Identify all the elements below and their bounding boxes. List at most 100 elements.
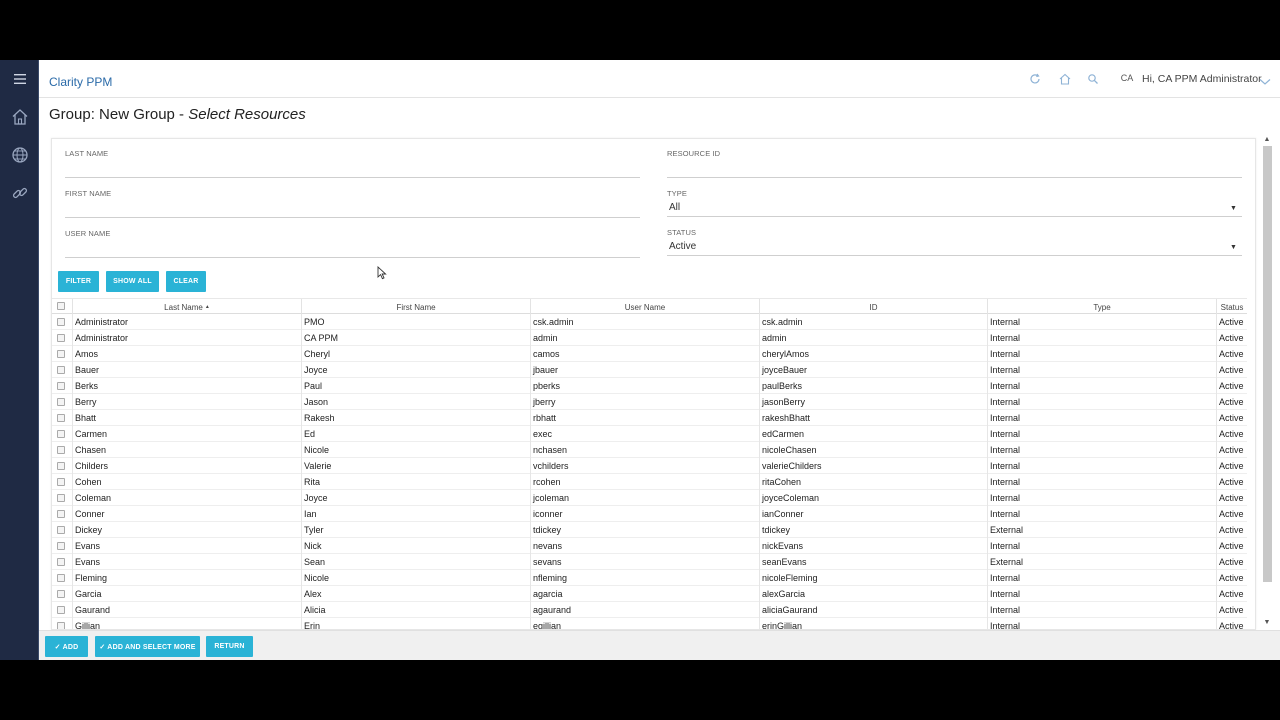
row-checkbox[interactable]	[57, 430, 65, 438]
first-name-label: FIRST NAME	[65, 189, 112, 198]
column-header-user-name[interactable]: User Name	[530, 299, 759, 315]
cell-type: Internal	[987, 538, 1216, 554]
cell-user-name: sevans	[530, 554, 759, 570]
row-checkbox[interactable]	[57, 446, 65, 454]
refresh-button[interactable]	[1027, 71, 1043, 87]
app-window: Clarity PPM CA Hi, CA PPM Administrator	[0, 60, 1280, 660]
row-checkbox[interactable]	[57, 350, 65, 358]
table-row[interactable]: Conner Ian iconner ianConner Internal Active	[52, 506, 1247, 522]
cell-status: Active	[1216, 378, 1247, 394]
table-row[interactable]: Administrator CA PPM admin admin Internal Act…	[52, 330, 1247, 346]
cell-status: Active	[1216, 586, 1247, 602]
row-checkbox[interactable]	[57, 542, 65, 550]
cell-first-name: Ian	[301, 506, 530, 522]
type-select[interactable]: All	[669, 202, 680, 213]
user-menu-toggle[interactable]	[1259, 73, 1271, 91]
table-row[interactable]: Coleman Joyce jcoleman joyceColeman Internal…	[52, 490, 1247, 506]
type-select-arrow-icon[interactable]: ▼	[1230, 205, 1237, 212]
table-row[interactable]: Bhatt Rakesh rbhatt rakeshBhatt Internal Acti…	[52, 410, 1247, 426]
table-row[interactable]: Evans Nick nevans nickEvans Internal Active	[52, 538, 1247, 554]
table-row[interactable]: Carmen Ed exec edCarmen Internal Active	[52, 426, 1247, 442]
row-checkbox[interactable]	[57, 398, 65, 406]
cell-id: cherylAmos	[759, 346, 987, 362]
table-row[interactable]: Childers Valerie vchilders valerieChilders I…	[52, 458, 1247, 474]
show-all-button[interactable]: SHOW ALL	[106, 271, 159, 292]
table-row[interactable]: Cohen Rita rcohen ritaCohen Internal Active	[52, 474, 1247, 490]
cell-last-name: Gillian	[72, 618, 301, 629]
cell-status: Active	[1216, 522, 1247, 538]
table-row[interactable]: Chasen Nicole nchasen nicoleChasen Internal A…	[52, 442, 1247, 458]
table-row[interactable]: Bauer Joyce jbauer joyceBauer Internal Active	[52, 362, 1247, 378]
row-checkbox[interactable]	[57, 318, 65, 326]
scroll-up-icon[interactable]: ▲	[1262, 136, 1272, 143]
table-row[interactable]: Berry Jason jberry jasonBerry Internal Active	[52, 394, 1247, 410]
column-header-first-name[interactable]: First Name	[301, 299, 530, 315]
hamburger-menu-button[interactable]	[0, 64, 39, 94]
refresh-icon	[1030, 73, 1040, 84]
cell-user-name: admin	[530, 330, 759, 346]
table-row[interactable]: Berks Paul pberks paulBerks Internal Active	[52, 378, 1247, 394]
scrollbar-thumb[interactable]	[1263, 146, 1272, 582]
status-select[interactable]: Active	[669, 241, 696, 252]
resource-selection-panel: LAST NAME FIRST NAME USER NAME RESOURCE …	[51, 138, 1256, 630]
row-checkbox[interactable]	[57, 510, 65, 518]
filter-button[interactable]: FILTER	[58, 271, 99, 292]
last-name-field[interactable]	[65, 177, 640, 178]
add-and-select-more-button[interactable]: ✓ ADD AND SELECT MORE	[95, 636, 200, 657]
table-row[interactable]: Fleming Nicole nfleming nicoleFleming Intern…	[52, 570, 1247, 586]
column-header-status[interactable]: Status	[1216, 299, 1247, 315]
nav-link-button[interactable]	[0, 178, 39, 208]
home-button[interactable]	[1057, 71, 1073, 87]
cell-user-name: nevans	[530, 538, 759, 554]
table-row[interactable]: Garcia Alex agarcia alexGarcia Internal Activ…	[52, 586, 1247, 602]
table-row[interactable]: Gaurand Alicia agaurand aliciaGaurand Intern…	[52, 602, 1247, 618]
table-row[interactable]: Amos Cheryl camos cherylAmos Internal Active	[52, 346, 1247, 362]
avatar[interactable]: CA	[1117, 68, 1137, 88]
row-checkbox[interactable]	[57, 526, 65, 534]
hamburger-icon	[13, 74, 26, 84]
row-checkbox[interactable]	[57, 606, 65, 614]
column-header-id[interactable]: ID	[759, 299, 987, 315]
table-row[interactable]: Dickey Tyler tdickey tdickey External Active	[52, 522, 1247, 538]
cell-id: seanEvans	[759, 554, 987, 570]
nav-globe-button[interactable]	[0, 140, 39, 170]
column-header-type[interactable]: Type	[987, 299, 1216, 315]
row-checkbox[interactable]	[57, 590, 65, 598]
resource-id-field[interactable]	[667, 177, 1242, 178]
nav-home-button[interactable]	[0, 102, 39, 132]
column-header-last-name[interactable]: Last Name ▲	[72, 299, 301, 315]
status-select-arrow-icon[interactable]: ▼	[1230, 244, 1237, 251]
row-checkbox[interactable]	[57, 574, 65, 582]
first-name-field[interactable]	[65, 217, 640, 218]
app-title[interactable]: Clarity PPM	[49, 75, 112, 89]
cell-id: nickEvans	[759, 538, 987, 554]
clear-button[interactable]: CLEAR	[166, 271, 206, 292]
return-button[interactable]: RETURN	[206, 636, 253, 657]
cell-status: Active	[1216, 410, 1247, 426]
row-checkbox[interactable]	[57, 622, 65, 629]
add-button[interactable]: ✓ ADD	[45, 636, 88, 657]
table-row[interactable]: Evans Sean sevans seanEvans External Active	[52, 554, 1247, 570]
row-checkbox[interactable]	[57, 558, 65, 566]
select-all-checkbox[interactable]	[57, 302, 65, 310]
page-title-emphasis: Select Resources	[188, 106, 306, 123]
row-checkbox[interactable]	[57, 478, 65, 486]
cell-type: Internal	[987, 602, 1216, 618]
table-row[interactable]: Administrator PMO csk.admin csk.admin Intern…	[52, 314, 1247, 330]
user-name-field[interactable]	[65, 257, 640, 258]
cell-user-name: iconner	[530, 506, 759, 522]
row-checkbox[interactable]	[57, 462, 65, 470]
top-bar: Clarity PPM CA Hi, CA PPM Administrator	[39, 60, 1280, 98]
scroll-down-icon[interactable]: ▼	[1262, 619, 1272, 626]
table-row[interactable]: Gillian Erin egillian erinGillian Internal Ac…	[52, 618, 1247, 629]
row-checkbox[interactable]	[57, 366, 65, 374]
row-checkbox[interactable]	[57, 382, 65, 390]
cell-first-name: Ed	[301, 426, 530, 442]
row-checkbox[interactable]	[57, 334, 65, 342]
cell-last-name: Chasen	[72, 442, 301, 458]
row-checkbox[interactable]	[57, 494, 65, 502]
vertical-scrollbar[interactable]: ▲ ▼	[1262, 136, 1272, 630]
row-checkbox[interactable]	[57, 414, 65, 422]
user-menu-label[interactable]: Hi, CA PPM Administrator	[1142, 73, 1262, 85]
search-button[interactable]	[1085, 71, 1101, 87]
